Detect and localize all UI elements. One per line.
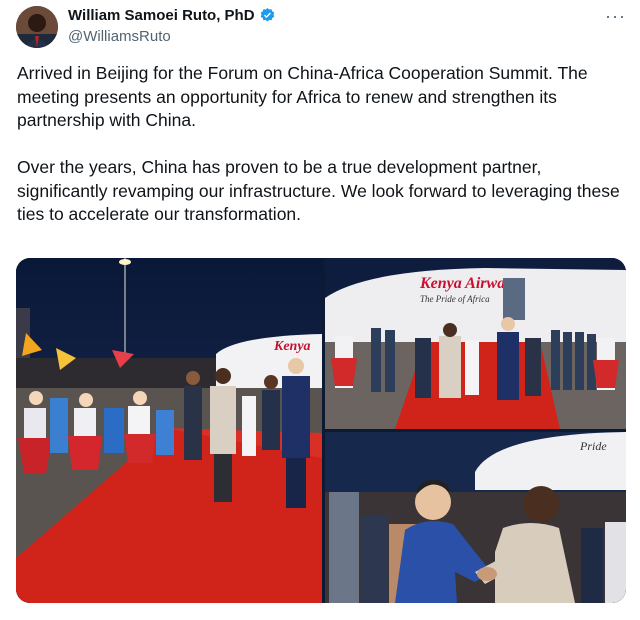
author-handle[interactable]: @WilliamsRuto xyxy=(68,28,171,45)
tweet-paragraph-1: Arrived in Beijing for the Forum on Chin… xyxy=(17,63,588,130)
tweet-text: Arrived in Beijing for the Forum on Chin… xyxy=(17,62,627,227)
display-name[interactable]: William Samoei Ruto, PhD xyxy=(68,7,255,24)
more-options-button[interactable]: ··· xyxy=(605,6,626,27)
arrival-red-carpet-photo[interactable]: Kenya xyxy=(16,258,322,603)
media-grid: Kenya Kenya Airways The Pride of Africa … xyxy=(16,258,626,603)
verified-badge-icon xyxy=(259,7,276,24)
aircraft-livery-text: Kenya xyxy=(273,339,311,354)
aircraft-livery-text: Pride xyxy=(579,439,607,453)
handshake-photo[interactable]: Pride xyxy=(325,432,626,603)
aircraft-slogan-text: The Pride of Africa xyxy=(420,294,490,304)
avatar[interactable] xyxy=(16,6,58,48)
honor-guard-photo[interactable]: Kenya Airways The Pride of Africa xyxy=(325,258,626,429)
tweet-paragraph-2: Over the years, China has proven to be a… xyxy=(17,157,620,224)
author-name-row: William Samoei Ruto, PhD xyxy=(68,7,276,24)
